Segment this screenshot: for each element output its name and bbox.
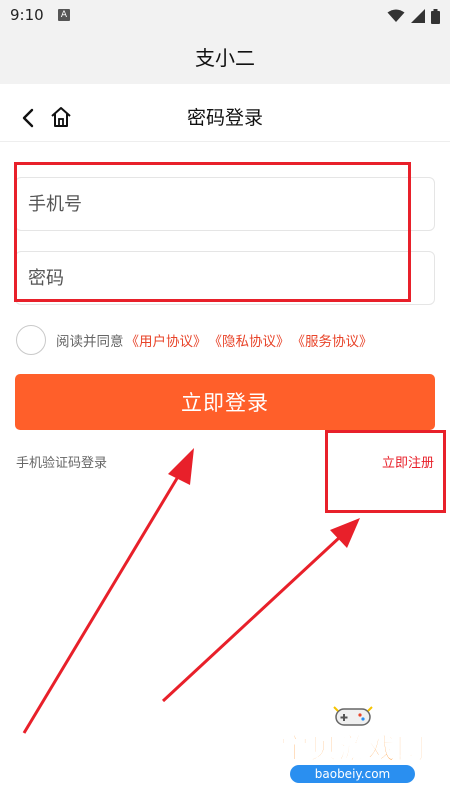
privacy-agreement-link[interactable]: 《隐私协议》 [209, 330, 290, 350]
app-header: 支小二 [0, 32, 450, 84]
nav-bar: 密码登录 [0, 94, 450, 142]
annotation-frame-inputs [14, 162, 411, 302]
app-title: 支小二 [195, 46, 255, 70]
status-icons [387, 8, 440, 24]
service-agreement-link[interactable]: 《服务协议》 [292, 330, 373, 350]
home-icon[interactable] [50, 106, 72, 128]
battery-icon [431, 8, 440, 24]
wifi-icon [387, 9, 405, 22]
watermark-url: baobeiy.com [290, 765, 415, 783]
watermark-text: 宝贝游戏网 [280, 732, 426, 766]
agreement-row: 阅读并同意 《用户协议》 《隐私协议》 《服务协议》 [16, 325, 373, 355]
arrow-to-login [22, 448, 194, 734]
agreement-prefix: 阅读并同意 [56, 334, 124, 350]
status-bar: 9:10 A [0, 0, 450, 32]
user-agreement-link[interactable]: 《用户协议》 [126, 330, 207, 350]
watermark: 宝贝游戏网 baobeiy.com [268, 705, 438, 790]
sms-login-link[interactable]: 手机验证码登录 [16, 452, 107, 471]
notification-icon: A [58, 9, 70, 21]
annotation-frame-register [325, 430, 446, 513]
arrow-to-register [161, 518, 360, 703]
login-button[interactable]: 立即登录 [15, 374, 435, 430]
back-icon[interactable] [18, 107, 40, 129]
agreement-checkbox[interactable] [16, 325, 46, 355]
signal-icon [411, 9, 425, 23]
status-time: 9:10 [10, 6, 44, 24]
gamepad-icon [333, 706, 373, 726]
